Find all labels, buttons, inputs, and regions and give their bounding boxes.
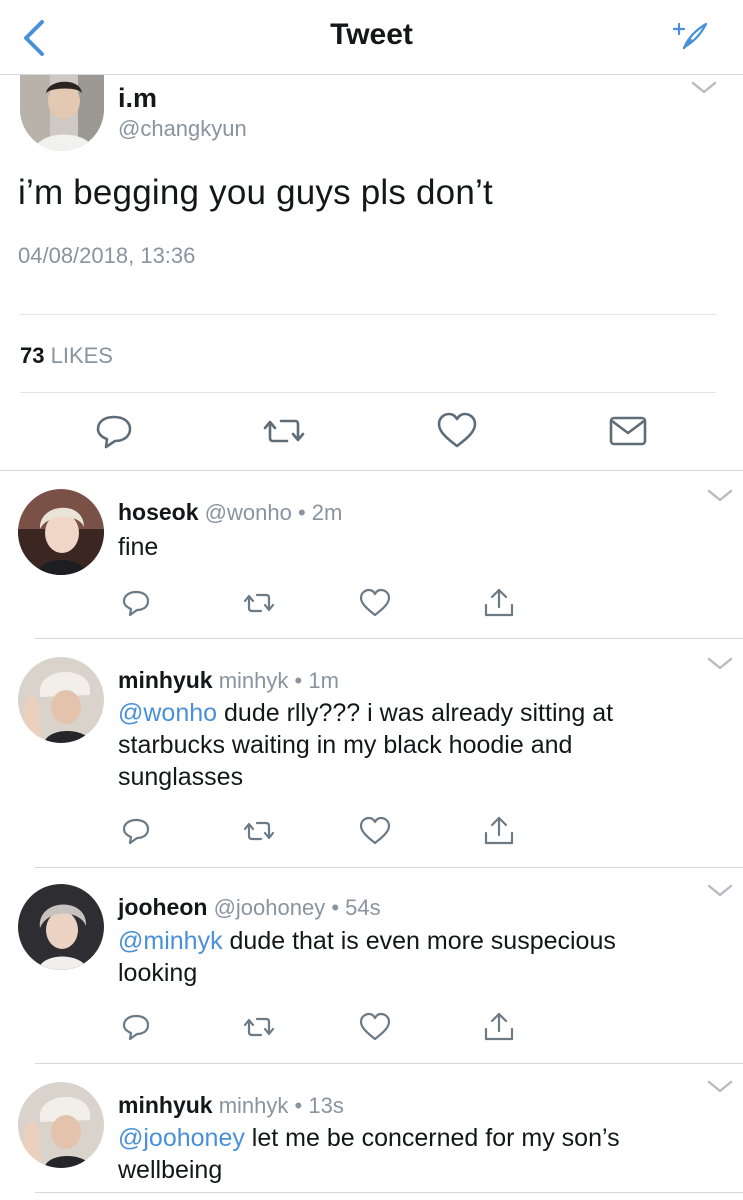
direct-message-button[interactable] [606, 409, 650, 453]
author-name[interactable]: minhyuk [118, 667, 213, 693]
chevron-down-icon[interactable] [706, 655, 734, 673]
divider [20, 314, 716, 315]
separator-dot: • [294, 1093, 303, 1118]
heart-icon [359, 1012, 391, 1041]
share-button[interactable] [482, 586, 516, 620]
avatar-photo [18, 1082, 104, 1168]
compose-feather-icon [672, 22, 708, 50]
tweet-text: i’m begging you guys pls don’t [18, 173, 493, 212]
heart-icon [437, 412, 477, 448]
retweet-button[interactable] [242, 1010, 276, 1044]
author-name[interactable]: minhyuk [118, 1092, 213, 1118]
main-tweet: i.m @changkyun i’m begging you guys pls … [0, 75, 743, 471]
reply-button[interactable] [119, 586, 153, 620]
reply-time: 1m [308, 668, 339, 693]
author-handle[interactable]: @wonho [205, 500, 292, 525]
reply-header: minhyuk minhyk • 1m [118, 667, 339, 694]
reply-header: hoseok @wonho • 2m [118, 499, 342, 526]
separator-dot: • [297, 500, 306, 525]
reply-button[interactable] [119, 814, 153, 848]
reply-tweet[interactable]: jooheon @joohoney • 54s @minhyk dude tha… [0, 868, 743, 1064]
mention-link[interactable]: @minhyk [118, 927, 223, 955]
likes-label: LIKES [50, 343, 113, 368]
chevron-down-icon[interactable] [706, 1078, 734, 1096]
reply-tweet[interactable]: minhyuk minhyk • 13s @joohoney let me be… [0, 1064, 743, 1200]
heart-icon [359, 588, 391, 617]
reply-text: @joohoney let me be concerned for my son… [118, 1122, 698, 1186]
author-handle[interactable]: minhyk [219, 668, 289, 693]
chevron-down-icon[interactable] [706, 487, 734, 505]
heart-icon [359, 816, 391, 845]
like-button[interactable] [358, 814, 392, 848]
separator-dot: • [331, 895, 340, 920]
avatar-photo [18, 884, 104, 970]
nav-bar: Tweet [0, 0, 743, 75]
avatar[interactable] [18, 489, 104, 575]
reply-header: jooheon @joohoney • 54s [118, 894, 381, 921]
avatar-photo [20, 75, 104, 151]
like-button[interactable] [358, 586, 392, 620]
author-name[interactable]: i.m [118, 83, 157, 114]
share-button[interactable] [482, 814, 516, 848]
separator-dot: • [294, 668, 303, 693]
divider [35, 1192, 743, 1193]
author-name[interactable]: hoseok [118, 499, 199, 525]
reply-icon [96, 415, 132, 449]
chevron-down-icon[interactable] [706, 882, 734, 900]
author-name[interactable]: jooheon [118, 894, 207, 920]
avatar[interactable] [20, 75, 104, 151]
retweet-button[interactable] [242, 814, 276, 848]
retweet-button[interactable] [242, 586, 276, 620]
reply-text: @minhyk dude that is even more suspeciou… [118, 925, 698, 989]
mention-link[interactable]: @joohoney [118, 1124, 245, 1152]
retweet-icon [263, 419, 305, 443]
share-icon [484, 588, 514, 617]
avatar[interactable] [18, 657, 104, 743]
divider [20, 392, 716, 393]
share-icon [484, 1012, 514, 1041]
reply-text: fine [118, 531, 698, 563]
reply-time: 13s [308, 1093, 344, 1118]
reply-time: 54s [345, 895, 381, 920]
mention-link[interactable]: @wonho [118, 699, 217, 727]
avatar[interactable] [18, 884, 104, 970]
reply-tweet[interactable]: minhyuk minhyk • 1m @wonho dude rlly??? … [0, 639, 743, 868]
reply-button[interactable] [92, 409, 136, 453]
reply-icon [122, 590, 150, 617]
reply-body: fine [118, 533, 159, 561]
reply-tweet[interactable]: hoseok @wonho • 2m fine [0, 471, 743, 639]
chevron-down-icon[interactable] [690, 79, 718, 97]
likes-count: 73 [20, 343, 45, 368]
main-tweet-actions [0, 409, 743, 455]
page-title: Tweet [330, 18, 413, 51]
retweet-icon [243, 593, 275, 613]
compose-tweet-button[interactable] [672, 18, 712, 54]
author-handle[interactable]: @changkyun [118, 116, 247, 142]
reply-header: minhyuk minhyk • 13s [118, 1092, 344, 1119]
reply-time: 2m [311, 500, 343, 525]
like-button[interactable] [435, 409, 479, 453]
share-icon [484, 816, 514, 845]
reply-button[interactable] [119, 1010, 153, 1044]
retweet-icon [243, 1017, 275, 1037]
retweet-button[interactable] [262, 409, 306, 453]
tweet-timestamp: 04/08/2018, 13:36 [18, 243, 196, 268]
share-button[interactable] [482, 1010, 516, 1044]
reply-icon [122, 1014, 150, 1041]
avatar[interactable] [18, 1082, 104, 1168]
like-button[interactable] [358, 1010, 392, 1044]
author-handle[interactable]: minhyk [219, 1093, 289, 1118]
reply-icon [122, 818, 150, 845]
reply-text: @wonho dude rlly??? i was already sittin… [118, 697, 698, 793]
avatar-photo [18, 657, 104, 743]
avatar-photo [18, 489, 104, 575]
retweet-icon [243, 821, 275, 841]
envelope-icon [609, 416, 647, 446]
author-handle[interactable]: @joohoney [214, 895, 326, 920]
likes-count-link[interactable]: 73 LIKES [20, 343, 113, 369]
